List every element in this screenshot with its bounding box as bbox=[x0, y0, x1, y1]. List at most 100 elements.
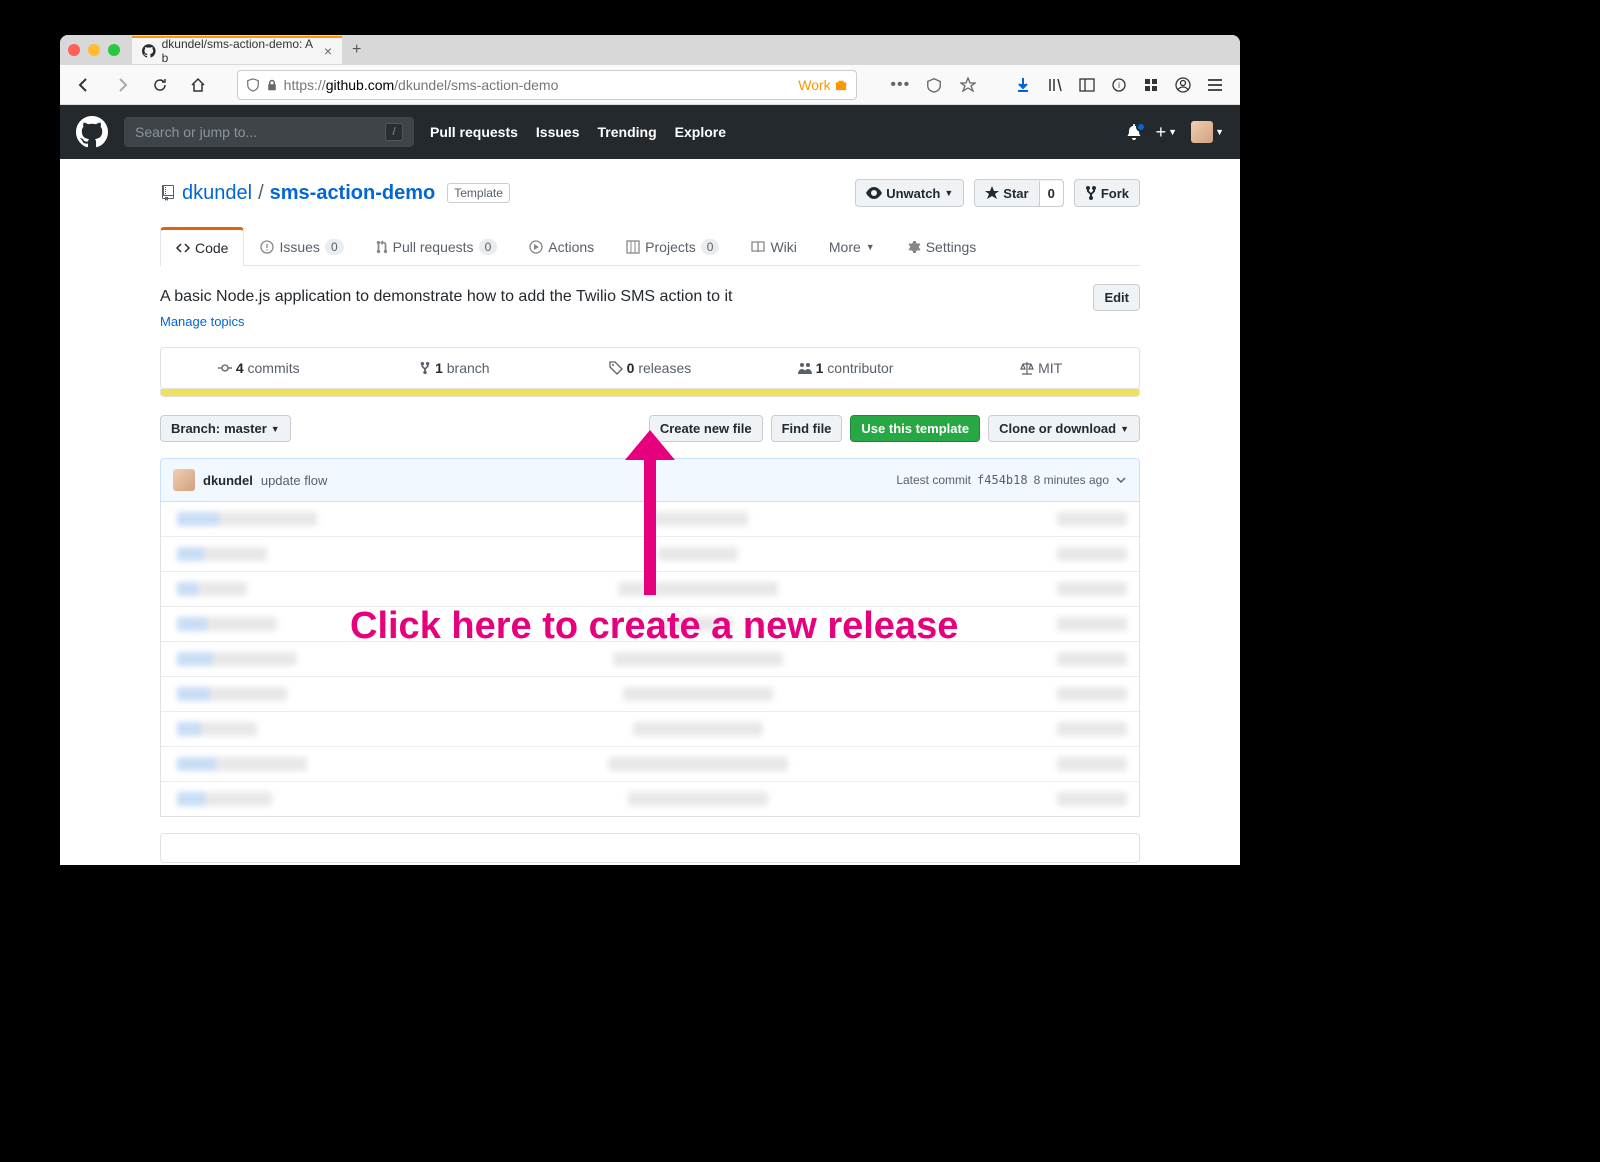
browser-tab-bar: dkundel/sms-action-demo: A b × + bbox=[60, 35, 1240, 65]
avatar[interactable] bbox=[173, 469, 195, 491]
tab-title: dkundel/sms-action-demo: A b bbox=[162, 37, 318, 65]
unwatch-button[interactable]: Unwatch ▼ bbox=[855, 179, 964, 207]
github-header: Search or jump to... / Pull requests Iss… bbox=[60, 105, 1240, 159]
eye-icon bbox=[866, 187, 882, 199]
avatar bbox=[1191, 121, 1213, 143]
maximize-window-button[interactable] bbox=[108, 44, 120, 56]
table-row[interactable] bbox=[161, 746, 1139, 781]
window-controls bbox=[68, 44, 120, 56]
play-icon bbox=[529, 240, 543, 254]
chevron-down-icon[interactable] bbox=[1115, 474, 1127, 486]
bookmark-star-icon[interactable] bbox=[953, 70, 983, 100]
edit-button[interactable]: Edit bbox=[1093, 284, 1140, 311]
shield-icon bbox=[246, 78, 260, 92]
table-row[interactable] bbox=[161, 711, 1139, 746]
clone-button[interactable]: Clone or download ▼ bbox=[988, 415, 1140, 442]
tab-wiki[interactable]: Wiki bbox=[735, 227, 812, 265]
close-window-button[interactable] bbox=[68, 44, 80, 56]
nav-issues[interactable]: Issues bbox=[536, 124, 580, 140]
notifications-button[interactable] bbox=[1126, 124, 1142, 140]
menu-button[interactable] bbox=[1200, 70, 1230, 100]
tab-issues[interactable]: Issues0 bbox=[244, 227, 359, 265]
fork-icon bbox=[1085, 185, 1097, 201]
file-list bbox=[160, 502, 1140, 817]
url-bar[interactable]: https://github.com/dkundel/sms-action-de… bbox=[237, 70, 857, 100]
fork-button[interactable]: Fork bbox=[1074, 179, 1140, 207]
people-icon bbox=[798, 362, 812, 374]
slash-shortcut-icon: / bbox=[385, 123, 403, 141]
library-button[interactable] bbox=[1040, 70, 1070, 100]
nav-trending[interactable]: Trending bbox=[598, 124, 657, 140]
github-favicon-icon bbox=[142, 44, 156, 58]
repo-title: dkundel / sms-action-demo Template bbox=[160, 182, 510, 205]
use-template-button[interactable]: Use this template bbox=[850, 415, 980, 442]
code-icon bbox=[176, 241, 190, 255]
contributors-link[interactable]: 1 contributor bbox=[748, 348, 944, 388]
commit-author-link[interactable]: dkundel bbox=[203, 473, 253, 488]
browser-tab[interactable]: dkundel/sms-action-demo: A b × bbox=[132, 36, 342, 64]
star-icon bbox=[985, 186, 999, 200]
github-search-input[interactable]: Search or jump to... / bbox=[124, 117, 414, 147]
commit-time: 8 minutes ago bbox=[1034, 473, 1109, 487]
browser-toolbar: https://github.com/dkundel/sms-action-de… bbox=[60, 65, 1240, 105]
tab-code[interactable]: Code bbox=[160, 227, 244, 266]
create-file-button[interactable]: Create new file bbox=[649, 415, 763, 442]
table-row[interactable] bbox=[161, 536, 1139, 571]
language-bar[interactable] bbox=[160, 389, 1140, 397]
table-row[interactable] bbox=[161, 606, 1139, 641]
extension-grid-icon[interactable] bbox=[1136, 70, 1166, 100]
template-badge: Template bbox=[447, 183, 510, 203]
table-row[interactable] bbox=[161, 641, 1139, 676]
table-row[interactable] bbox=[161, 781, 1139, 816]
numbers-summary: 4 commits 1 branch 0 releases 1 contribu… bbox=[160, 347, 1140, 389]
law-icon bbox=[1020, 361, 1034, 375]
home-button[interactable] bbox=[184, 71, 212, 99]
minimize-window-button[interactable] bbox=[88, 44, 100, 56]
table-row[interactable] bbox=[161, 676, 1139, 711]
page-actions-button[interactable]: ••• bbox=[885, 70, 915, 100]
commit-message[interactable]: update flow bbox=[261, 473, 328, 488]
tab-more[interactable]: More ▼ bbox=[813, 227, 891, 265]
license-link[interactable]: MIT bbox=[943, 348, 1139, 388]
releases-link[interactable]: 0 releases bbox=[552, 348, 748, 388]
tab-projects[interactable]: Projects0 bbox=[610, 227, 735, 265]
nav-explore[interactable]: Explore bbox=[675, 124, 726, 140]
gear-icon bbox=[907, 240, 921, 254]
tab-pull-requests[interactable]: Pull requests0 bbox=[360, 227, 514, 265]
pr-icon bbox=[376, 240, 388, 254]
branch-select[interactable]: Branch: master ▼ bbox=[160, 415, 291, 442]
sidebar-button[interactable] bbox=[1072, 70, 1102, 100]
manage-topics-link[interactable]: Manage topics bbox=[160, 314, 732, 329]
project-icon bbox=[626, 240, 640, 254]
github-logo-icon[interactable] bbox=[76, 116, 108, 148]
nav-pull-requests[interactable]: Pull requests bbox=[430, 124, 518, 140]
extension-icon[interactable]: i bbox=[1104, 70, 1134, 100]
account-button[interactable] bbox=[1168, 70, 1198, 100]
container-tag: Work bbox=[798, 77, 847, 93]
table-row[interactable] bbox=[161, 502, 1139, 536]
tab-settings[interactable]: Settings bbox=[891, 227, 993, 265]
reload-button[interactable] bbox=[146, 71, 174, 99]
tab-actions[interactable]: Actions bbox=[513, 227, 610, 265]
user-menu[interactable]: ▼ bbox=[1191, 121, 1224, 143]
owner-link[interactable]: dkundel bbox=[182, 182, 252, 205]
new-tab-button[interactable]: + bbox=[352, 41, 361, 59]
downloads-button[interactable] bbox=[1008, 70, 1038, 100]
reader-view-icon[interactable] bbox=[919, 70, 949, 100]
url-text: https://github.com/dkundel/sms-action-de… bbox=[284, 77, 793, 93]
repo-icon bbox=[160, 185, 176, 201]
star-button[interactable]: Star 0 bbox=[974, 179, 1064, 207]
forward-button[interactable] bbox=[108, 71, 136, 99]
notification-indicator-icon bbox=[1136, 122, 1146, 132]
commit-sha-link[interactable]: f454b18 bbox=[977, 473, 1028, 487]
table-row[interactable] bbox=[161, 571, 1139, 606]
commits-link[interactable]: 4 commits bbox=[161, 348, 357, 388]
commit-icon bbox=[218, 361, 232, 375]
repo-link[interactable]: sms-action-demo bbox=[270, 182, 436, 205]
find-file-button[interactable]: Find file bbox=[771, 415, 843, 442]
back-button[interactable] bbox=[70, 71, 98, 99]
book-icon bbox=[751, 240, 765, 254]
branches-link[interactable]: 1 branch bbox=[357, 348, 553, 388]
create-new-dropdown[interactable]: +▼ bbox=[1156, 122, 1177, 143]
close-tab-button[interactable]: × bbox=[324, 43, 332, 59]
